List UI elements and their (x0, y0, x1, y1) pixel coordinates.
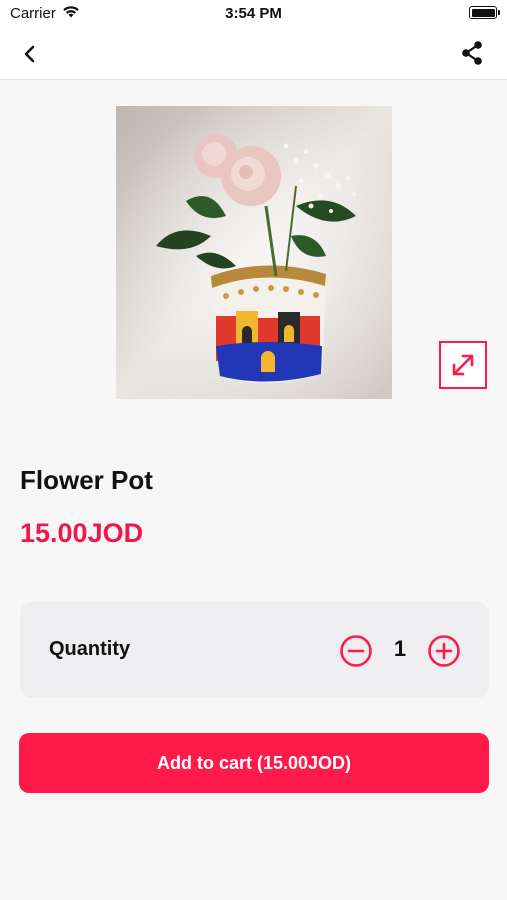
add-to-cart-button[interactable]: Add to cart (15.00JOD) (19, 733, 489, 793)
status-bar: Carrier 3:54 PM (0, 0, 507, 28)
plus-circle-icon (428, 635, 460, 667)
add-to-cart-total: (15.00JOD) (256, 752, 352, 773)
quantity-value: 1 (393, 636, 407, 661)
product-price: 15.00JOD (20, 518, 144, 548)
nav-bar (0, 28, 507, 80)
add-to-cart-label: Add to cart (156, 752, 252, 773)
product-photo (116, 106, 392, 399)
quantity-increase-button[interactable] (427, 634, 461, 668)
expand-image-button[interactable] (439, 341, 487, 389)
status-time: 3:54 PM (225, 5, 282, 22)
battery-icon (469, 6, 500, 19)
share-button[interactable] (457, 38, 487, 68)
share-icon (462, 41, 482, 65)
product-image[interactable] (116, 106, 392, 399)
quantity-decrease-button[interactable] (339, 634, 373, 668)
minus-circle-icon (340, 635, 372, 667)
quantity-card: Quantity 1 (20, 602, 489, 698)
quantity-label: Quantity (49, 638, 131, 660)
expand-arrows-icon (452, 354, 474, 376)
product-title: Flower Pot (20, 465, 153, 495)
back-button[interactable] (16, 40, 44, 68)
chevron-left-icon (24, 45, 35, 63)
